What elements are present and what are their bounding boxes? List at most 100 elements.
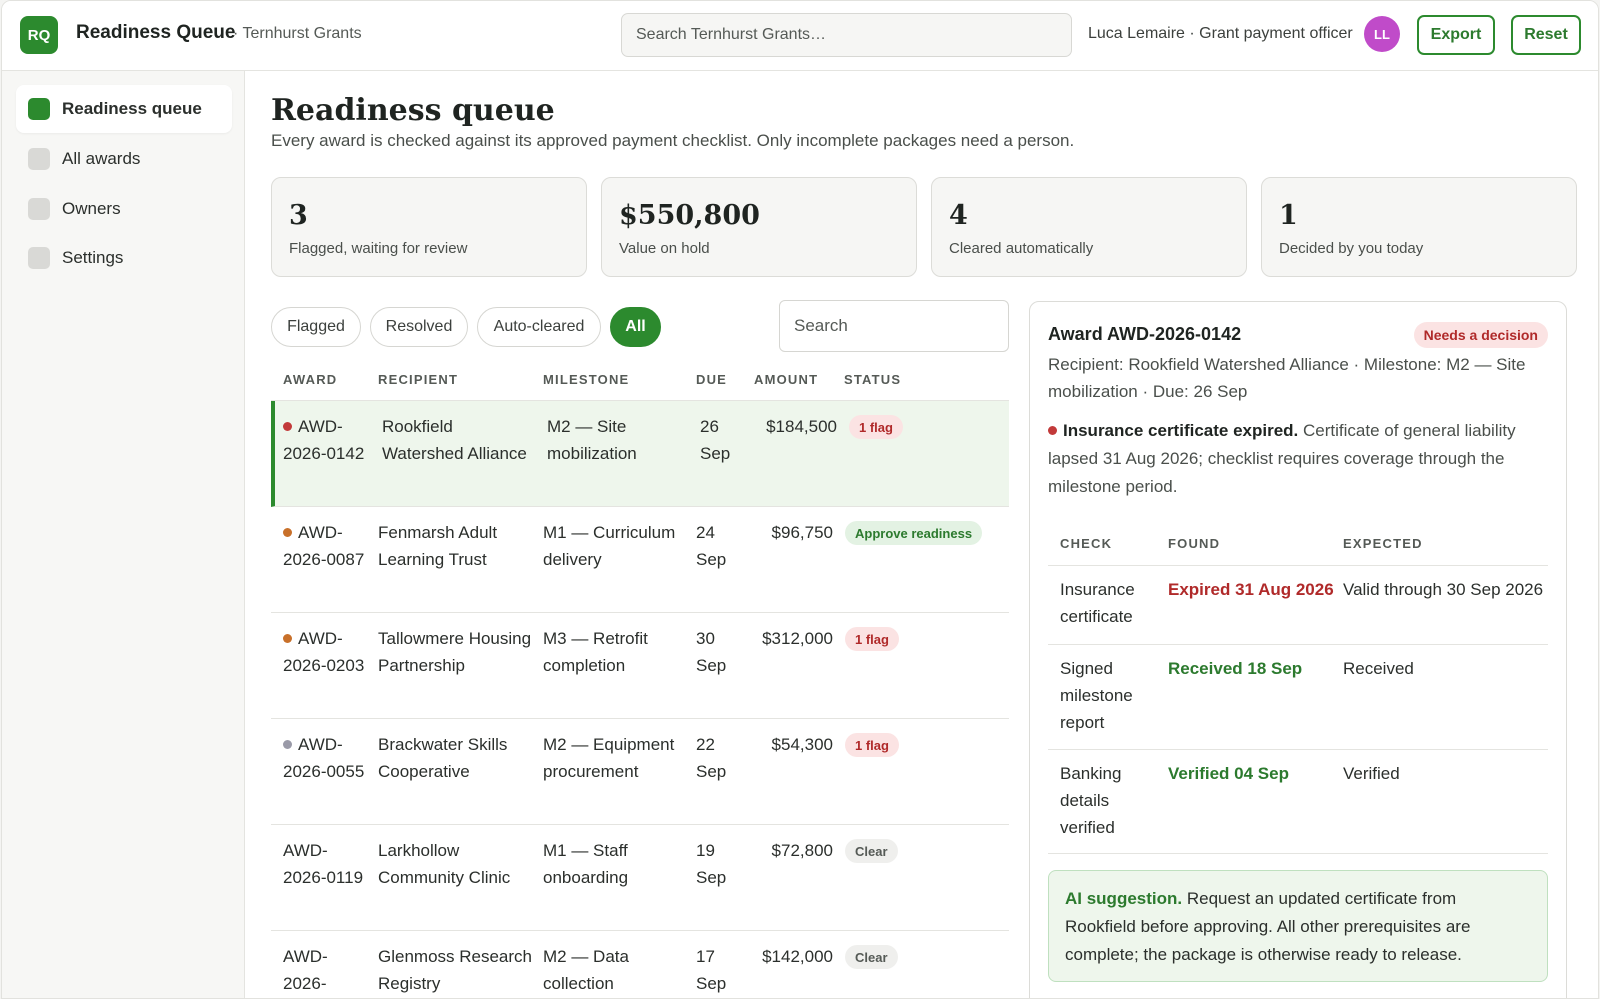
- award-id: AWD-2026-0203: [283, 625, 367, 679]
- table-row[interactable]: AWD-2026- Glenmoss Research Registry M2 …: [271, 931, 1009, 998]
- amount: $54,300: [771, 735, 833, 754]
- filter-auto-cleared[interactable]: Auto-cleared: [477, 307, 601, 347]
- award-id-text: AWD-2026-0203: [283, 629, 365, 675]
- status-dot: [283, 634, 292, 643]
- milestone: M3 — Retrofit completion: [543, 629, 648, 675]
- app-logo: RQ: [20, 16, 58, 54]
- sidebar-item-owners[interactable]: Owners: [16, 185, 232, 233]
- recipient: Rookfield Watershed Alliance: [382, 417, 527, 463]
- page-title: Readiness queue: [271, 93, 555, 128]
- checklist-column-expected: EXPECTED: [1343, 536, 1423, 551]
- sidebar-item-label: All awards: [62, 149, 141, 168]
- recipient: Glenmoss Research Registry: [378, 947, 533, 993]
- ai-suggestion-label: AI suggestion.: [1065, 889, 1183, 908]
- status-dot: [283, 528, 292, 537]
- status-badge: Clear: [845, 839, 898, 863]
- table-row[interactable]: AWD-2026-0087 Fenmarsh Adult Learning Tr…: [271, 507, 1009, 613]
- ai-suggestion: AI suggestion. Request an updated certif…: [1048, 870, 1548, 982]
- user-info: Luca Lemaire · Grant payment officer: [1088, 25, 1353, 42]
- page-subtitle: Every award is checked against its appro…: [271, 131, 1075, 150]
- reset-button[interactable]: Reset: [1511, 15, 1581, 55]
- amount: $312,000: [762, 629, 833, 648]
- column-header-status[interactable]: STATUS: [844, 372, 901, 387]
- check-expected: Valid through 30 Sep 2026: [1343, 580, 1544, 599]
- table-search-input[interactable]: [779, 300, 1009, 352]
- sidebar-item-readiness-queue[interactable]: Readiness queue: [16, 85, 232, 133]
- stat-label: Cleared automatically: [949, 240, 1094, 257]
- sidebar-item-settings[interactable]: Settings: [16, 234, 232, 282]
- milestone: M1 — Staff onboarding: [543, 841, 629, 887]
- filter-flagged[interactable]: Flagged: [271, 307, 361, 347]
- recipient: Fenmarsh Adult Learning Trust: [378, 523, 498, 569]
- amount: $184,500: [766, 417, 837, 436]
- table-row[interactable]: AWD-2026-0142 Rookfield Watershed Allian…: [271, 401, 1009, 507]
- filter-resolved[interactable]: Resolved: [370, 307, 468, 347]
- sidebar: Readiness queue All awards Owners Settin…: [2, 71, 245, 998]
- square-icon: [28, 98, 50, 120]
- stat-card-flagged: 3 Flagged, waiting for review: [271, 177, 587, 277]
- check-expected: Received: [1343, 659, 1414, 678]
- filter-all[interactable]: All: [610, 307, 661, 347]
- column-header-due[interactable]: DUE: [696, 372, 727, 387]
- table-row[interactable]: AWD-2026-0119 Larkhollow Community Clini…: [271, 825, 1009, 931]
- due-date: 22 Sep: [696, 735, 727, 781]
- column-header-recipient[interactable]: RECIPIENT: [378, 372, 458, 387]
- amount: $96,750: [771, 523, 833, 542]
- award-id: AWD-2026-0142: [283, 413, 367, 467]
- export-button[interactable]: Export: [1417, 15, 1495, 55]
- check-expected: Verified: [1343, 764, 1400, 783]
- stat-value: 4: [949, 200, 968, 231]
- award-id-text: AWD-2026-0142: [283, 417, 365, 463]
- award-id: AWD-2026-: [283, 947, 328, 993]
- milestone: M2 — Equipment procurement: [543, 735, 675, 781]
- square-icon: [28, 148, 50, 170]
- status-badge: 1 flag: [849, 415, 903, 439]
- milestone: M2 — Site mobilization: [547, 417, 637, 463]
- decision-badge: Needs a decision: [1413, 322, 1548, 348]
- global-search-input[interactable]: [621, 13, 1072, 57]
- check-name: Banking details verified: [1060, 764, 1122, 837]
- main-content: Readiness queue Every award is checked a…: [245, 71, 1598, 998]
- recipient: Larkhollow Community Clinic: [378, 841, 511, 887]
- column-header-award[interactable]: AWARD: [283, 372, 337, 387]
- stat-value: $550,800: [619, 200, 760, 231]
- stat-card-cleared: 4 Cleared automatically: [931, 177, 1247, 277]
- org-name: · Ternhurst Grants: [233, 25, 362, 42]
- status-dot: [283, 422, 292, 431]
- stat-label: Value on hold: [619, 240, 710, 257]
- status-badge[interactable]: Approve readiness: [845, 521, 983, 545]
- check-name: Insurance certificate: [1060, 580, 1135, 626]
- avatar[interactable]: LL: [1364, 16, 1400, 52]
- due-date: 30 Sep: [696, 629, 727, 675]
- amount: $72,800: [771, 841, 833, 860]
- award-id: AWD-2026-0055: [283, 731, 367, 785]
- issue-title: Insurance certificate expired.: [1063, 421, 1299, 440]
- status-dot: [283, 740, 292, 749]
- award-id-text: AWD-2026-0087: [283, 523, 365, 569]
- sidebar-item-all-awards[interactable]: All awards: [16, 135, 232, 183]
- sidebar-item-label: Settings: [62, 248, 124, 267]
- status-badge: 1 flag: [845, 733, 899, 757]
- amount: $142,000: [762, 947, 833, 966]
- detail-meta: Recipient: Rookfield Watershed Alliance …: [1048, 355, 1526, 401]
- table-row[interactable]: AWD-2026-0055 Brackwater Skills Cooperat…: [271, 719, 1009, 825]
- stat-value: 3: [289, 200, 308, 231]
- due-date: 26 Sep: [700, 417, 731, 463]
- stat-card-value-on-hold: $550,800 Value on hold: [601, 177, 917, 277]
- checklist-row: Banking details verified Verified 04 Sep…: [1048, 750, 1548, 854]
- column-header-amount[interactable]: AMOUNT: [754, 372, 818, 387]
- recipient: Brackwater Skills Cooperative: [378, 735, 508, 781]
- top-bar: RQ Readiness Queue · Ternhurst Grants Lu…: [2, 1, 1598, 71]
- awards-table: AWARD RECIPIENT MILESTONE DUE AMOUNT STA…: [271, 361, 1009, 998]
- stat-card-decided: 1 Decided by you today: [1261, 177, 1577, 277]
- due-date: 19 Sep: [696, 841, 727, 887]
- column-header-milestone[interactable]: MILESTONE: [543, 372, 629, 387]
- check-found: Received 18 Sep: [1168, 659, 1303, 678]
- sidebar-item-label: Owners: [62, 199, 121, 218]
- table-row[interactable]: AWD-2026-0203 Tallowmere Housing Partner…: [271, 613, 1009, 719]
- status-badge: Clear: [845, 945, 898, 969]
- stat-value: 1: [1279, 200, 1298, 231]
- check-name: Signed milestone report: [1060, 659, 1133, 732]
- issue-dot: [1048, 426, 1057, 435]
- milestone: M2 — Data collection: [543, 947, 629, 993]
